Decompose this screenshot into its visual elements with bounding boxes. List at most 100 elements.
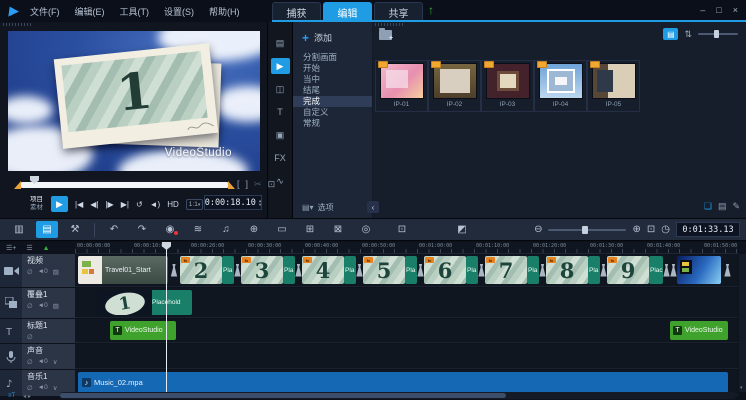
previous-frame-button[interactable]: ◀| (90, 200, 98, 209)
library-nav-filter[interactable]: FX (271, 150, 290, 166)
placeholder-clip[interactable]: Pla (283, 256, 295, 284)
edit-panel-toggle[interactable]: ✎ (732, 201, 740, 212)
playhead[interactable] (166, 242, 167, 392)
add-category-button[interactable]: + 添加 (302, 31, 332, 44)
system-volume-button[interactable]: ◄) (150, 200, 161, 209)
transition-icon[interactable] (295, 256, 302, 284)
menu-item-1[interactable]: 编辑(E) (75, 5, 105, 18)
mute-icon[interactable]: ◄0 (38, 358, 48, 366)
subtitle-editor-button[interactable]: ▭ (271, 221, 293, 238)
placeholder-clip[interactable]: Pla (527, 256, 539, 284)
template-item-0[interactable]: IP-01 (375, 60, 428, 112)
timeline-timecode[interactable]: 0:01:33.13 (676, 222, 740, 237)
tab-2[interactable]: 共享 (374, 2, 423, 21)
clip-number-5[interactable]: 5fx (363, 256, 405, 284)
title-clip-1[interactable]: TVideoStudio (670, 321, 728, 340)
scroll-down-arrow[interactable]: ▾ (740, 385, 743, 391)
clip-number-3[interactable]: 3fx (241, 256, 283, 284)
category-item-4[interactable]: 完成 (293, 96, 372, 107)
menu-item-2[interactable]: 工具(T) (120, 5, 150, 18)
redo-button[interactable]: ↷ (131, 221, 153, 238)
clip-number-2[interactable]: 2fx (180, 256, 222, 284)
split-clip-button[interactable]: ✂ (254, 179, 262, 190)
placeholder-clip[interactable]: Plac (649, 256, 663, 284)
clip-travel-start[interactable]: Travel01_Start (78, 256, 168, 284)
ripple-editing-button[interactable]: ⊡ (391, 221, 413, 238)
chevron-down-icon[interactable]: ∨ (53, 384, 58, 392)
minimize-button[interactable]: – (700, 5, 705, 15)
tab-0[interactable]: 捕获 (272, 2, 321, 21)
menu-item-4[interactable]: 帮助(H) (209, 5, 240, 18)
transition-icon[interactable] (234, 256, 241, 284)
pan-zoom-button[interactable]: ⊠ (327, 221, 349, 238)
scrollbar-thumb[interactable] (60, 393, 506, 398)
library-nav-title[interactable]: T (271, 104, 290, 120)
trim-end-handle[interactable] (228, 181, 235, 189)
menu-item-0[interactable]: 文件(F) (30, 5, 60, 18)
track-transparency-button[interactable]: ◎ (355, 221, 377, 238)
library-nav-transition[interactable]: ◫ (271, 81, 290, 97)
upgrade-arrow-icon[interactable]: ↑ (428, 3, 434, 17)
add-track-button[interactable]: ▲ (43, 245, 50, 252)
thumbnail-view-button[interactable]: ▤ (663, 28, 678, 40)
category-item-5[interactable]: 自定义 (293, 107, 372, 118)
trim-start-handle[interactable] (14, 181, 21, 189)
mute-icon[interactable]: ◄0 (38, 302, 48, 310)
options-button[interactable]: ▤▾ 选项 (302, 202, 334, 213)
voice-track-icon[interactable] (0, 344, 22, 369)
placeholder-clip[interactable]: Pla (222, 256, 234, 284)
horizontal-scrollbar[interactable] (60, 392, 736, 399)
clip-number-4[interactable]: 4fx (302, 256, 344, 284)
chevron-down-icon[interactable]: ∨ (53, 358, 58, 366)
mark-in-button[interactable]: [ (237, 179, 240, 190)
category-item-1[interactable]: 开始 (293, 63, 372, 74)
mode-clip[interactable]: 素材 (30, 205, 43, 212)
timeline-zoom-slider[interactable] (548, 229, 626, 231)
category-item-2[interactable]: 当中 (293, 74, 372, 85)
track-size-toggle[interactable]: ≡T (8, 393, 15, 399)
mode-project[interactable]: 项目 (30, 197, 43, 204)
scroll-arrows[interactable]: ◂ ▸ (23, 393, 31, 400)
transition-icon[interactable] (168, 256, 180, 284)
storyboard-view-button[interactable]: ▥ (8, 221, 30, 238)
hd-preview-button[interactable]: HD (167, 200, 179, 209)
end-button[interactable]: ▶| (121, 200, 129, 209)
undo-button[interactable]: ↶ (103, 221, 125, 238)
record-capture-button[interactable]: ◉ (159, 221, 181, 238)
transition-icon[interactable] (721, 256, 734, 284)
transition-icon[interactable] (478, 256, 485, 284)
category-item-3[interactable]: 结尾 (293, 85, 372, 96)
motion-tracking-button[interactable]: ⊕ (243, 221, 265, 238)
lock-track-icon[interactable]: ∅ (27, 384, 33, 392)
batch-convert-button[interactable]: ⚒ (64, 221, 86, 238)
placeholder-clip[interactable]: Pla (466, 256, 478, 284)
sound-mixer-button[interactable]: ≋ (187, 221, 209, 238)
template-item-1[interactable]: IP-02 (428, 60, 481, 112)
auto-music-button[interactable]: ♫ (215, 221, 237, 238)
next-frame-button[interactable]: |▶ (105, 200, 113, 209)
timeline-view-button[interactable]: ▤ (36, 221, 58, 238)
maximize-button[interactable]: □ (716, 5, 721, 15)
collapse-panel-button[interactable]: ‹ (367, 201, 379, 213)
lock-track-icon[interactable]: ∅ (27, 268, 33, 276)
pattern-icon[interactable]: ▨ (53, 268, 59, 276)
track-manager-button[interactable]: ☰+ (6, 244, 16, 252)
add-folder-icon[interactable] (379, 30, 392, 40)
playback-quality-selector[interactable]: 1:1▾ (186, 199, 204, 210)
mute-icon[interactable]: ◄0 (38, 384, 48, 392)
transition-icon[interactable] (670, 256, 677, 284)
title-track-icon[interactable]: T (0, 319, 22, 343)
template-item-4[interactable]: IP-05 (587, 60, 640, 112)
lock-track-icon[interactable]: ∅ (27, 333, 33, 341)
duration-clock-icon[interactable]: ◷ (661, 224, 670, 235)
overlay-track-icon[interactable] (0, 288, 22, 318)
preview-timecode[interactable]: 0:00:18.10 ▲▼ (204, 195, 262, 210)
mask-creator-button[interactable]: ◩ (451, 221, 473, 238)
template-item-2[interactable]: IP-03 (481, 60, 534, 112)
category-item-0[interactable]: 分割画面 (293, 52, 372, 63)
clip-number-6[interactable]: 6fx (424, 256, 466, 284)
category-item-6[interactable]: 常规 (293, 118, 372, 129)
track-menu-button[interactable]: ☰ (26, 244, 32, 252)
clip-end-media[interactable] (677, 256, 721, 284)
close-button[interactable]: × (733, 5, 738, 15)
